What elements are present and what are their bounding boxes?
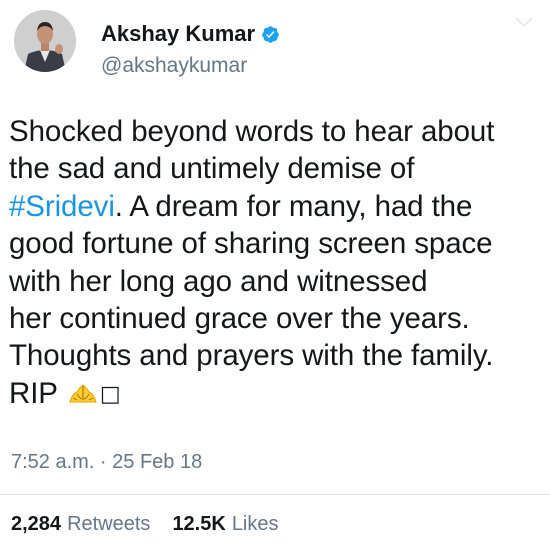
likes-label: Likes [231, 513, 279, 535]
verified-badge-icon [261, 25, 280, 44]
rip-text: RIP [9, 376, 58, 410]
tweet-line: good fortune of sharing screen space [9, 227, 493, 261]
hashtag-link[interactable]: #Sridevi [9, 190, 115, 223]
retweets-stat[interactable]: 2,284 Retweets [11, 512, 150, 536]
folded-hands-icon [68, 381, 98, 405]
divider [0, 494, 550, 495]
tweet-line: Shocked beyond words to hear about [9, 115, 495, 148]
author-name-row[interactable]: Akshay Kumar [101, 21, 280, 47]
unsupported-glyph: □ [99, 381, 121, 407]
author-handle[interactable]: @akshaykumar [101, 53, 247, 79]
tweet-text: Shocked beyond words to hear about the s… [9, 113, 549, 413]
tweet-line: #Sridevi. A dream for many, had the [9, 188, 549, 225]
tweet-timestamp[interactable]: 7:52 a.m. · 25 Feb 18 [11, 450, 202, 474]
tweet-header: Akshay Kumar @akshaykumar [0, 0, 550, 100]
tweet-line: with her long ago and witnessed [9, 264, 428, 298]
chevron-down-icon[interactable] [514, 14, 534, 30]
tweet-line-text: . A dream for many, had the [114, 189, 473, 223]
tweet-line: Thoughts and prayers with the family. [9, 339, 494, 373]
tweet-line: RIP □ [9, 375, 549, 413]
retweets-label: Retweets [67, 513, 151, 535]
tweet-stats: 2,284 Retweets 12.5K Likes [11, 512, 279, 536]
likes-count: 12.5K [172, 513, 226, 535]
tweet-line: her continued grace over the years. [9, 302, 470, 336]
likes-stat[interactable]: 12.5K Likes [172, 512, 278, 536]
tweet-line: the sad and untimely demise of [9, 152, 415, 186]
retweets-count: 2,284 [11, 513, 62, 535]
author-display-name[interactable]: Akshay Kumar [101, 21, 255, 47]
avatar[interactable] [14, 10, 76, 72]
avatar-image [14, 10, 76, 72]
